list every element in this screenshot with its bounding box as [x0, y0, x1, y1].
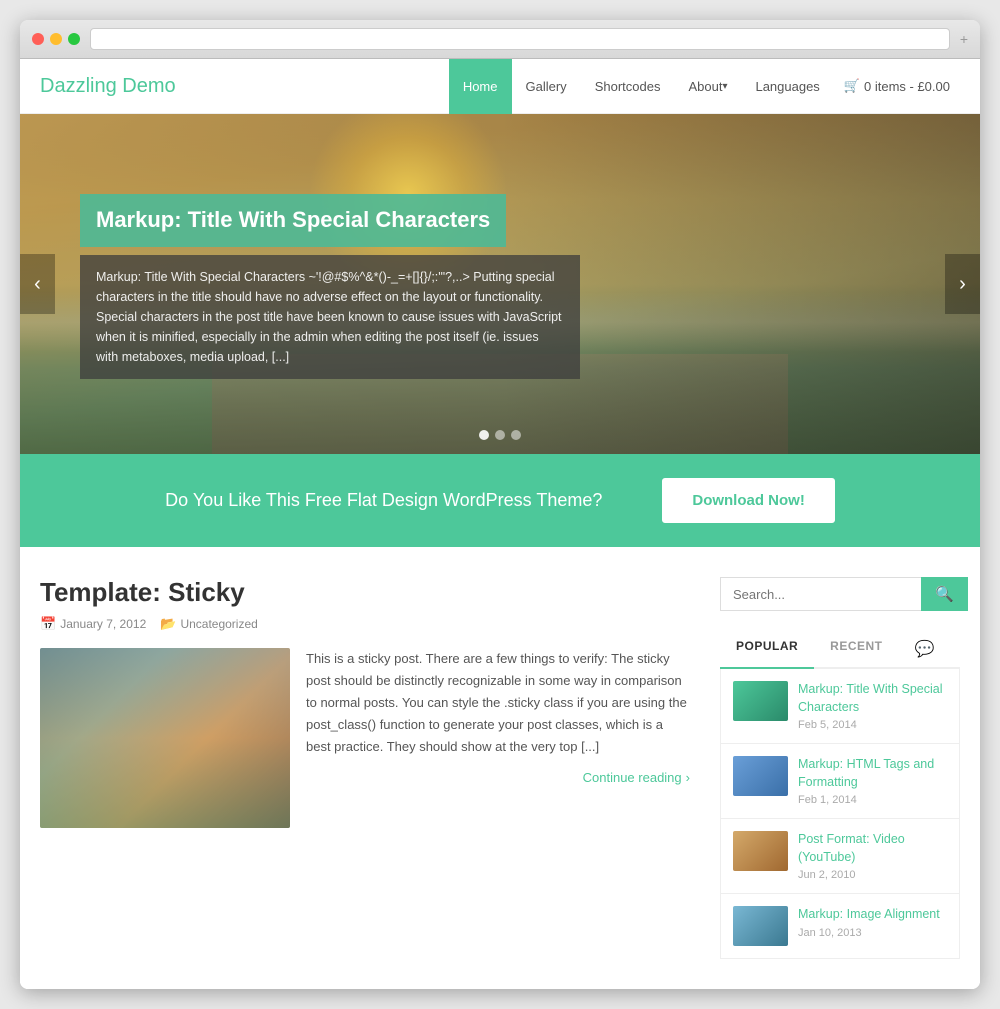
sidebar: 🔍 POPULAR RECENT 💬 Markup: Title With Sp…	[720, 577, 960, 959]
cart-icon: 🛒	[844, 78, 860, 94]
sidebar-post-info: Markup: Title With Special Characters Fe…	[798, 681, 947, 731]
search-input[interactable]	[720, 577, 921, 611]
top-nav: Dazzling Demo Home Gallery Shortcodes Ab…	[20, 59, 980, 114]
main-content: Template: Sticky 📅 January 7, 2012 📂 Unc…	[20, 547, 980, 989]
sidebar-post-date: Feb 1, 2014	[798, 794, 947, 806]
download-now-button[interactable]: Download Now!	[662, 478, 835, 523]
sidebar-post-info: Post Format: Video (YouTube) Jun 2, 2010	[798, 831, 947, 881]
site-logo[interactable]: Dazzling Demo	[40, 75, 449, 98]
sidebar-post-thumbnail	[733, 681, 788, 721]
cart-item[interactable]: 🛒 0 items - £0.00	[834, 78, 960, 94]
sidebar-post-info: Markup: HTML Tags and Formatting Feb 1, …	[798, 756, 947, 806]
cta-text: Do You Like This Free Flat Design WordPr…	[165, 490, 602, 511]
calendar-icon: 📅	[40, 616, 56, 632]
dot-close[interactable]	[32, 33, 44, 45]
sidebar-post-title[interactable]: Markup: HTML Tags and Formatting	[798, 756, 947, 791]
nav-items: Home Gallery Shortcodes About Languages …	[449, 59, 960, 113]
sidebar-post-thumbnail	[733, 756, 788, 796]
post-excerpt-area: This is a sticky post. There are a few t…	[306, 648, 690, 828]
cart-label: 0 items - £0.00	[864, 79, 950, 94]
slider-dots	[479, 430, 521, 440]
post-category-text: Uncategorized	[180, 617, 257, 631]
sidebar-post-thumbnail	[733, 906, 788, 946]
blog-area: Template: Sticky 📅 January 7, 2012 📂 Unc…	[40, 577, 690, 959]
slider-next-button[interactable]: ›	[945, 254, 980, 314]
sidebar-posts-list: Markup: Title With Special Characters Fe…	[720, 669, 960, 959]
sidebar-tab-recent[interactable]: RECENT	[814, 631, 898, 667]
browser-dots	[32, 33, 80, 45]
hero-slider: Markup: Title With Special Characters Ma…	[20, 114, 980, 454]
hero-title-box: Markup: Title With Special Characters	[80, 194, 506, 247]
nav-item-shortcodes[interactable]: Shortcodes	[581, 59, 675, 114]
post-category: 📂 Uncategorized	[160, 616, 258, 632]
arrow-right-icon: ›	[686, 770, 690, 785]
sidebar-post-title[interactable]: Markup: Title With Special Characters	[798, 681, 947, 716]
hero-content: Markup: Title With Special Characters Ma…	[80, 194, 580, 379]
slider-dot-1[interactable]	[479, 430, 489, 440]
slider-dot-2[interactable]	[495, 430, 505, 440]
continue-reading-text: Continue reading	[583, 770, 682, 785]
sidebar-tab-comments[interactable]: 💬	[899, 631, 951, 667]
browser-url[interactable]	[90, 28, 950, 50]
sidebar-post-date: Feb 5, 2014	[798, 719, 947, 731]
hero-desc-box: Markup: Title With Special Characters ~'…	[80, 255, 580, 379]
continue-reading-link[interactable]: Continue reading ›	[583, 770, 690, 785]
list-item: Post Format: Video (YouTube) Jun 2, 2010	[721, 819, 959, 894]
dot-maximize[interactable]	[68, 33, 80, 45]
thumbnail-overlay	[40, 648, 290, 828]
post-body: This is a sticky post. There are a few t…	[40, 648, 690, 828]
browser-chrome: +	[20, 20, 980, 59]
sidebar-post-title[interactable]: Markup: Image Alignment	[798, 906, 940, 924]
expand-icon[interactable]: +	[960, 31, 968, 47]
browser-window: + Dazzling Demo Home Gallery Shortcodes …	[20, 20, 980, 989]
search-box: 🔍	[720, 577, 960, 611]
cta-banner: Do You Like This Free Flat Design WordPr…	[20, 454, 980, 547]
folder-icon: 📂	[160, 616, 176, 632]
hero-title: Markup: Title With Special Characters	[96, 206, 490, 235]
hero-description: Markup: Title With Special Characters ~'…	[96, 267, 564, 367]
nav-item-home[interactable]: Home	[449, 59, 512, 114]
list-item: Markup: Title With Special Characters Fe…	[721, 669, 959, 744]
sidebar-post-thumbnail	[733, 831, 788, 871]
post-thumbnail	[40, 648, 290, 828]
sidebar-post-info: Markup: Image Alignment Jan 10, 2013	[798, 906, 940, 939]
slider-dot-3[interactable]	[511, 430, 521, 440]
post-date-text: January 7, 2012	[60, 617, 146, 631]
post-meta: 📅 January 7, 2012 📂 Uncategorized	[40, 616, 690, 632]
nav-item-languages[interactable]: Languages	[741, 59, 833, 114]
list-item: Markup: HTML Tags and Formatting Feb 1, …	[721, 744, 959, 819]
sidebar-tab-popular[interactable]: POPULAR	[720, 631, 814, 669]
slider-prev-button[interactable]: ‹	[20, 254, 55, 314]
post-date: 📅 January 7, 2012	[40, 616, 146, 632]
search-button[interactable]: 🔍	[921, 577, 968, 611]
sidebar-post-title[interactable]: Post Format: Video (YouTube)	[798, 831, 947, 866]
nav-item-about[interactable]: About	[674, 59, 741, 114]
sidebar-post-date: Jan 10, 2013	[798, 927, 940, 939]
website-content: Dazzling Demo Home Gallery Shortcodes Ab…	[20, 59, 980, 989]
post-excerpt: This is a sticky post. There are a few t…	[306, 648, 690, 758]
sidebar-post-date: Jun 2, 2010	[798, 869, 947, 881]
sidebar-tabs: POPULAR RECENT 💬	[720, 631, 960, 669]
nav-item-gallery[interactable]: Gallery	[512, 59, 581, 114]
post-title: Template: Sticky	[40, 577, 690, 608]
list-item: Markup: Image Alignment Jan 10, 2013	[721, 894, 959, 958]
dot-minimize[interactable]	[50, 33, 62, 45]
